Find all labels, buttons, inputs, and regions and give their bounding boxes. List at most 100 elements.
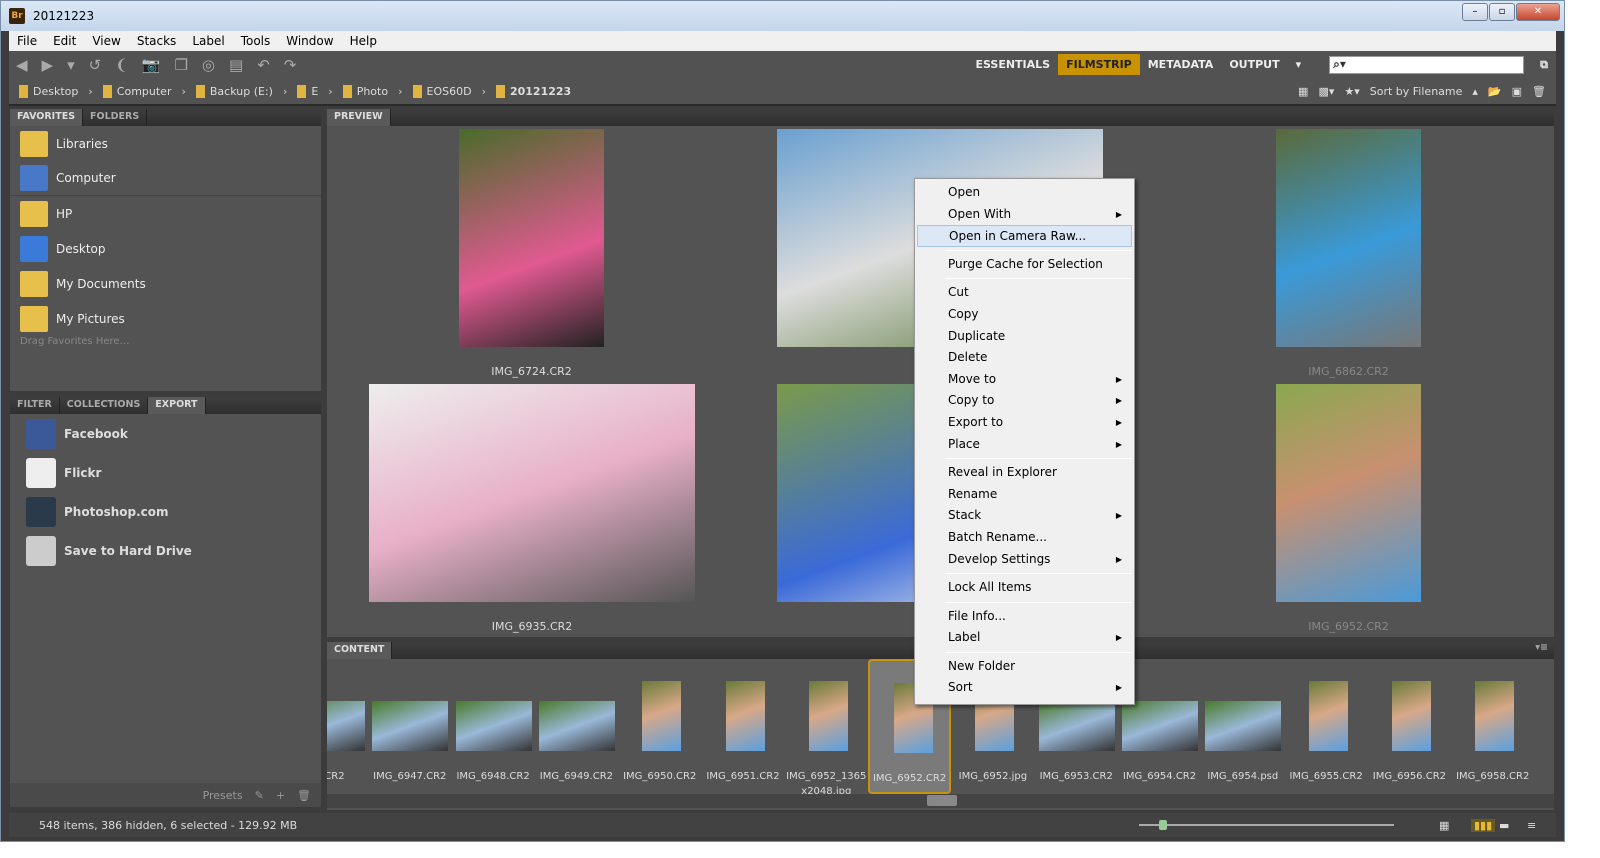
context-menu-item-purge-cache-for-selection[interactable]: Purge Cache for Selection [915, 254, 1134, 276]
context-menu-item-cut[interactable]: Cut [915, 282, 1134, 304]
context-menu-item-move-to[interactable]: Move to ▶ [915, 369, 1134, 391]
thumbnail-quality-icon[interactable]: ▩▾ [1318, 85, 1334, 98]
context-menu-item-label[interactable]: Label ▶ [915, 627, 1134, 649]
menu-label[interactable]: Label [184, 34, 232, 48]
context-menu-item-stack[interactable]: Stack ▶ [915, 505, 1134, 527]
context-menu-item-new-folder[interactable]: New Folder [915, 656, 1134, 678]
breadcrumb-desktop[interactable]: Desktop › [19, 84, 93, 98]
preview-image[interactable] [1276, 129, 1421, 347]
menu-view[interactable]: View [84, 34, 128, 48]
context-menu-item-place[interactable]: Place ▶ [915, 434, 1134, 456]
boomerang-icon[interactable]: ❨ [115, 56, 128, 74]
context-menu-item-copy-to[interactable]: Copy to ▶ [915, 390, 1134, 412]
tab-filter[interactable]: FILTER [10, 397, 60, 414]
export-flickr[interactable]: Flickr [10, 453, 321, 492]
menu-tools[interactable]: Tools [233, 34, 279, 48]
recent-dropdown-icon[interactable]: ▾ [67, 56, 75, 74]
context-menu-item-duplicate[interactable]: Duplicate [915, 326, 1134, 348]
favorite-my-documents[interactable]: My Documents [10, 266, 321, 301]
sort-dropdown[interactable]: Sort by Filename [1370, 85, 1463, 98]
context-menu-item-reveal-in-explorer[interactable]: Reveal in Explorer [915, 462, 1134, 484]
context-menu-item-sort[interactable]: Sort ▶ [915, 677, 1134, 699]
camera-raw-icon[interactable]: ◎ [202, 56, 215, 74]
edit-preset-icon[interactable]: ✎ [255, 789, 264, 802]
rotate-right-icon[interactable]: ↷ [284, 56, 297, 74]
filmstrip-thumbnail[interactable]: IMG_6955.CR2 [1285, 659, 1368, 794]
search-input[interactable]: ⌕▾ [1329, 55, 1525, 74]
workspace-dropdown-icon[interactable]: ▾ [1288, 54, 1310, 75]
close-button[interactable]: ✕ [1516, 3, 1560, 21]
compact-mode-icon[interactable]: ⧉ [1532, 54, 1556, 76]
minimize-button[interactable]: – [1462, 3, 1488, 21]
menu-help[interactable]: Help [342, 34, 385, 48]
context-menu-item-export-to[interactable]: Export to ▶ [915, 412, 1134, 434]
view-thumbnails-icon[interactable]: ▮▮▮ [1471, 818, 1496, 832]
sort-ascending-icon[interactable]: ▴ [1472, 85, 1478, 98]
context-menu-item-open-with[interactable]: Open With ▶ [915, 204, 1134, 226]
tab-preview[interactable]: PREVIEW [327, 109, 391, 126]
workspace-metadata[interactable]: METADATA [1140, 54, 1222, 75]
chevron-right-icon[interactable]: › [482, 85, 486, 98]
chevron-right-icon[interactable]: › [328, 85, 332, 98]
workspace-filmstrip[interactable]: FILMSTRIP [1058, 54, 1140, 75]
favorite-my-pictures[interactable]: My Pictures [10, 301, 321, 336]
tab-collections[interactable]: COLLECTIONS [60, 397, 149, 414]
new-folder-icon[interactable]: ▣ [1512, 85, 1522, 98]
view-list-icon[interactable]: ≡ [1527, 819, 1536, 832]
menu-window[interactable]: Window [278, 34, 341, 48]
context-menu-item-file-info[interactable]: File Info... [915, 606, 1134, 628]
delete-preset-icon[interactable]: 🗑 [297, 789, 311, 802]
scrollbar-thumb[interactable] [927, 795, 957, 806]
menu-edit[interactable]: Edit [45, 34, 84, 48]
filmstrip-thumbnail[interactable]: 46.CR2 [327, 659, 368, 794]
context-menu-item-rename[interactable]: Rename [915, 484, 1134, 506]
chevron-right-icon[interactable]: › [398, 85, 402, 98]
filmstrip-thumbnail[interactable]: IMG_6950.CR2 [618, 659, 701, 794]
context-menu-item-open-in-camera-raw[interactable]: Open in Camera Raw... [917, 225, 1132, 247]
star-filter-icon[interactable]: ★▾ [1344, 85, 1359, 98]
chevron-right-icon[interactable]: › [283, 85, 287, 98]
breadcrumb-photo[interactable]: Photo › [342, 84, 403, 98]
refine-icon[interactable]: ❐ [174, 56, 187, 74]
tab-folders[interactable]: FOLDERS [83, 109, 148, 126]
panel-menu-icon[interactable]: ▾≡ [1535, 642, 1554, 659]
delete-icon[interactable]: 🗑 [1532, 85, 1546, 98]
filmstrip-thumbnail[interactable]: IMG_6956.CR2 [1368, 659, 1451, 794]
chevron-right-icon[interactable]: › [181, 85, 185, 98]
export-photoshop-com[interactable]: Photoshop.com [10, 492, 321, 531]
favorite-computer[interactable]: Computer [10, 161, 321, 196]
back-icon[interactable]: ◀ [16, 56, 28, 74]
favorite-libraries[interactable]: Libraries [10, 126, 321, 161]
favorite-desktop[interactable]: Desktop [10, 231, 321, 266]
filmstrip-thumbnail[interactable]: IMG_6951.CR2 [702, 659, 785, 794]
workspace-essentials[interactable]: ESSENTIALS [967, 54, 1058, 75]
breadcrumb-eos60d[interactable]: EOS60D › [412, 84, 486, 98]
preview-image[interactable] [369, 384, 695, 602]
filmstrip-thumbnail[interactable]: IMG_6954.psd [1201, 659, 1284, 794]
camera-import-icon[interactable]: 📷 [142, 56, 161, 74]
quality-icon[interactable]: ▦ [1298, 85, 1308, 98]
view-details-icon[interactable]: ▬ [1499, 819, 1509, 832]
context-menu-item-batch-rename[interactable]: Batch Rename... [915, 527, 1134, 549]
workspace-output[interactable]: OUTPUT [1221, 54, 1287, 75]
breadcrumb-computer[interactable]: Computer › [102, 84, 186, 98]
filmstrip-thumbnail[interactable]: IMG_6947.CR2 [368, 659, 451, 794]
context-menu-item-copy[interactable]: Copy [915, 304, 1134, 326]
rotate-left-icon[interactable]: ↶ [257, 56, 270, 74]
context-menu-item-develop-settings[interactable]: Develop Settings ▶ [915, 549, 1134, 571]
menu-file[interactable]: File [9, 34, 45, 48]
tab-export[interactable]: EXPORT [148, 397, 206, 414]
chevron-right-icon[interactable]: › [88, 85, 92, 98]
tab-content[interactable]: CONTENT [327, 642, 393, 659]
export-facebook[interactable]: Facebook [10, 414, 321, 453]
open-recent-folder-icon[interactable]: 📂 [1488, 85, 1502, 98]
maximize-button[interactable]: ▫ [1489, 3, 1515, 21]
breadcrumb-e[interactable]: E › [297, 84, 333, 98]
filmstrip-thumbnail[interactable]: IMG_6949.CR2 [535, 659, 618, 794]
filmstrip-thumbnail[interactable]: IMG_6952_1365 x2048.jpg [785, 659, 868, 794]
menu-stacks[interactable]: Stacks [129, 34, 184, 48]
filmstrip-thumbnail[interactable]: IMG_6958.CR2 [1451, 659, 1534, 794]
reveal-recent-icon[interactable]: ↺ [89, 56, 102, 74]
thumbnail-size-slider[interactable] [1139, 820, 1394, 830]
add-preset-icon[interactable]: + [276, 789, 285, 802]
